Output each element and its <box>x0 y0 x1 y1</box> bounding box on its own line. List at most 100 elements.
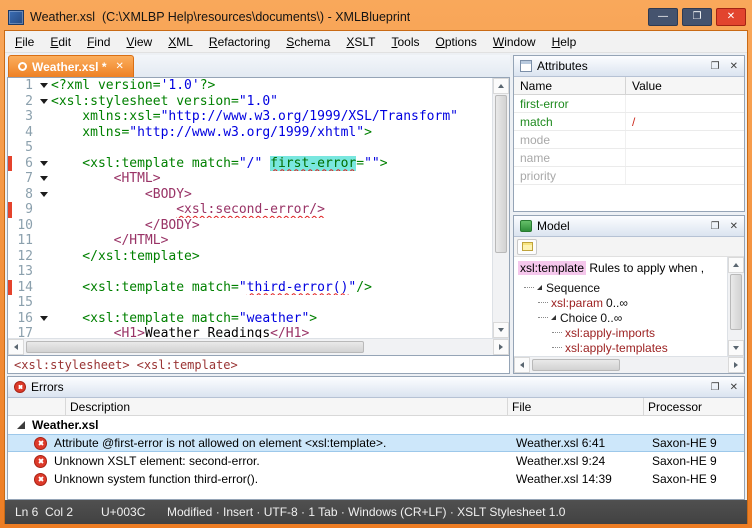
model-tree-item[interactable]: xsl:apply-imports <box>518 325 727 340</box>
menu-find[interactable]: Find <box>79 31 118 53</box>
code-line[interactable]: 6 <xsl:template match="/" first-error=""… <box>8 156 492 172</box>
code-line[interactable]: 13 <box>8 264 492 280</box>
code-line[interactable]: 1<?xml version='1.0'?> <box>8 78 492 94</box>
close-panel-icon[interactable]: ✕ <box>730 61 738 72</box>
menu-window[interactable]: Window <box>485 31 544 53</box>
close-panel-icon[interactable]: ✕ <box>730 221 738 232</box>
fold-arrow-icon <box>40 176 48 181</box>
menu-refactoring[interactable]: Refactoring <box>201 31 278 53</box>
attribute-row[interactable]: mode <box>514 131 744 149</box>
fold-gutter <box>38 264 51 280</box>
editor-vertical-scrollbar[interactable] <box>492 78 509 338</box>
fold-toggle[interactable] <box>38 78 51 94</box>
fold-toggle[interactable] <box>38 156 51 172</box>
errors-panel-header[interactable]: Errors ❐ ✕ <box>8 377 744 398</box>
model-element-name[interactable]: xsl:template <box>518 261 586 275</box>
menu-tools[interactable]: Tools <box>383 31 427 53</box>
fold-toggle[interactable] <box>38 187 51 203</box>
code-line[interactable]: 5 <box>8 140 492 156</box>
horizontal-scroll-thumb[interactable] <box>26 341 364 353</box>
scroll-right-button[interactable] <box>728 357 744 373</box>
editor-horizontal-scrollbar[interactable] <box>8 338 509 355</box>
float-panel-icon[interactable]: ❐ <box>711 221 720 232</box>
column-header-file[interactable]: File <box>508 398 644 415</box>
scroll-right-button[interactable] <box>493 339 509 355</box>
code-line[interactable]: 2<xsl:stylesheet version="1.0" <box>8 94 492 110</box>
model-tree-item[interactable]: Sequence <box>518 280 727 295</box>
code-line[interactable]: 10 </BODY> <box>8 218 492 234</box>
attribute-row[interactable]: name <box>514 149 744 167</box>
scroll-left-button[interactable] <box>8 339 24 355</box>
title-bar[interactable]: Weather.xsl (C:\XMLBP Help\resources\doc… <box>0 0 752 30</box>
float-panel-icon[interactable]: ❐ <box>711 382 720 393</box>
scroll-up-button[interactable] <box>728 257 744 273</box>
error-group-row[interactable]: Weather.xsl <box>8 416 744 434</box>
tab-close-icon[interactable]: ✕ <box>115 61 123 72</box>
tree-expand-icon[interactable] <box>551 315 556 320</box>
collapse-icon[interactable] <box>17 421 25 429</box>
code-line[interactable]: 3 xmlns:xsl="http://www.w3.org/1999/XSL/… <box>8 109 492 125</box>
scroll-up-button[interactable] <box>493 78 509 94</box>
error-row[interactable]: Attribute @first-error is not allowed on… <box>8 434 744 452</box>
code-line[interactable]: 11 </HTML> <box>8 233 492 249</box>
model-tree-item[interactable]: Choice0..∞ <box>518 310 727 325</box>
code-pane[interactable]: 1<?xml version='1.0'?>2<xsl:stylesheet v… <box>8 78 492 338</box>
code-line[interactable]: 15 <box>8 295 492 311</box>
attributes-panel-header[interactable]: Attributes ❐ ✕ <box>514 56 744 77</box>
code-line[interactable]: 14 <xsl:template match="third-error()"/> <box>8 280 492 296</box>
menu-view[interactable]: View <box>118 31 160 53</box>
menu-edit[interactable]: Edit <box>42 31 79 53</box>
menu-help[interactable]: Help <box>544 31 585 53</box>
model-panel-header[interactable]: Model ❐ ✕ <box>514 216 744 237</box>
fold-toggle[interactable] <box>38 94 51 110</box>
code-line[interactable]: 9 <xsl:second-error/> <box>8 202 492 218</box>
horizontal-scroll-thumb[interactable] <box>532 359 620 371</box>
code-line[interactable]: 7 <HTML> <box>8 171 492 187</box>
maximize-button[interactable]: ❐ <box>682 8 712 26</box>
code-line[interactable]: 17 <H1>Weather Readings</H1> <box>8 326 492 338</box>
minimize-button[interactable]: — <box>648 8 678 26</box>
model-horizontal-scrollbar[interactable] <box>514 356 744 373</box>
scroll-down-button[interactable] <box>493 322 509 338</box>
attributes-panel: Attributes ❐ ✕ Name Value first-errormat… <box>513 55 745 212</box>
menu-options[interactable]: Options <box>428 31 485 53</box>
fold-toggle[interactable] <box>38 311 51 327</box>
menu-xslt[interactable]: XSLT <box>338 31 383 53</box>
breadcrumb-item[interactable]: <xsl:stylesheet> <box>14 358 130 372</box>
scroll-left-button[interactable] <box>514 357 530 373</box>
attribute-row[interactable]: priority <box>514 167 744 185</box>
errors-column-header: Description File Processor <box>8 398 744 416</box>
menu-schema[interactable]: Schema <box>278 31 338 53</box>
column-header-value[interactable]: Value <box>626 79 744 93</box>
vertical-scroll-thumb[interactable] <box>730 274 742 330</box>
breadcrumb-item[interactable]: <xsl:template> <box>137 358 238 372</box>
error-row[interactable]: Unknown XSLT element: second-error.Weath… <box>8 452 744 470</box>
menu-file[interactable]: File <box>7 31 42 53</box>
tree-expand-icon[interactable] <box>537 285 542 290</box>
vertical-scroll-thumb[interactable] <box>495 95 507 253</box>
model-tree-item[interactable]: xsl:apply-templates <box>518 340 727 355</box>
model-doc-toggle-button[interactable] <box>517 239 537 255</box>
menu-xml[interactable]: XML <box>160 31 201 53</box>
attribute-value[interactable]: / <box>626 115 744 129</box>
column-header-name[interactable]: Name <box>514 77 626 94</box>
scroll-down-button[interactable] <box>728 340 744 356</box>
code-line[interactable]: 16 <xsl:template match="weather"> <box>8 311 492 327</box>
attribute-row[interactable]: match/ <box>514 113 744 131</box>
model-tree-item[interactable]: xsl:param0..∞ <box>518 295 727 310</box>
float-panel-icon[interactable]: ❐ <box>711 61 720 72</box>
code-line[interactable]: 12 </xsl:template> <box>8 249 492 265</box>
attribute-row[interactable]: first-error <box>514 95 744 113</box>
model-vertical-scrollbar[interactable] <box>727 257 744 356</box>
close-button[interactable]: ✕ <box>716 8 746 26</box>
fold-toggle[interactable] <box>38 171 51 187</box>
close-panel-icon[interactable]: ✕ <box>730 382 738 393</box>
line-number: 12 <box>12 249 38 265</box>
tab-weather-xsl[interactable]: Weather.xsl * ✕ <box>8 55 134 77</box>
error-row[interactable]: Unknown system function third-error().We… <box>8 470 744 488</box>
code-line[interactable]: 4 xmlns="http://www.w3.org/1999/xhtml"> <box>8 125 492 141</box>
error-processor: Saxon-HE 9 <box>648 454 744 468</box>
column-header-description[interactable]: Description <box>66 398 508 415</box>
column-header-processor[interactable]: Processor <box>644 398 744 415</box>
code-line[interactable]: 8 <BODY> <box>8 187 492 203</box>
